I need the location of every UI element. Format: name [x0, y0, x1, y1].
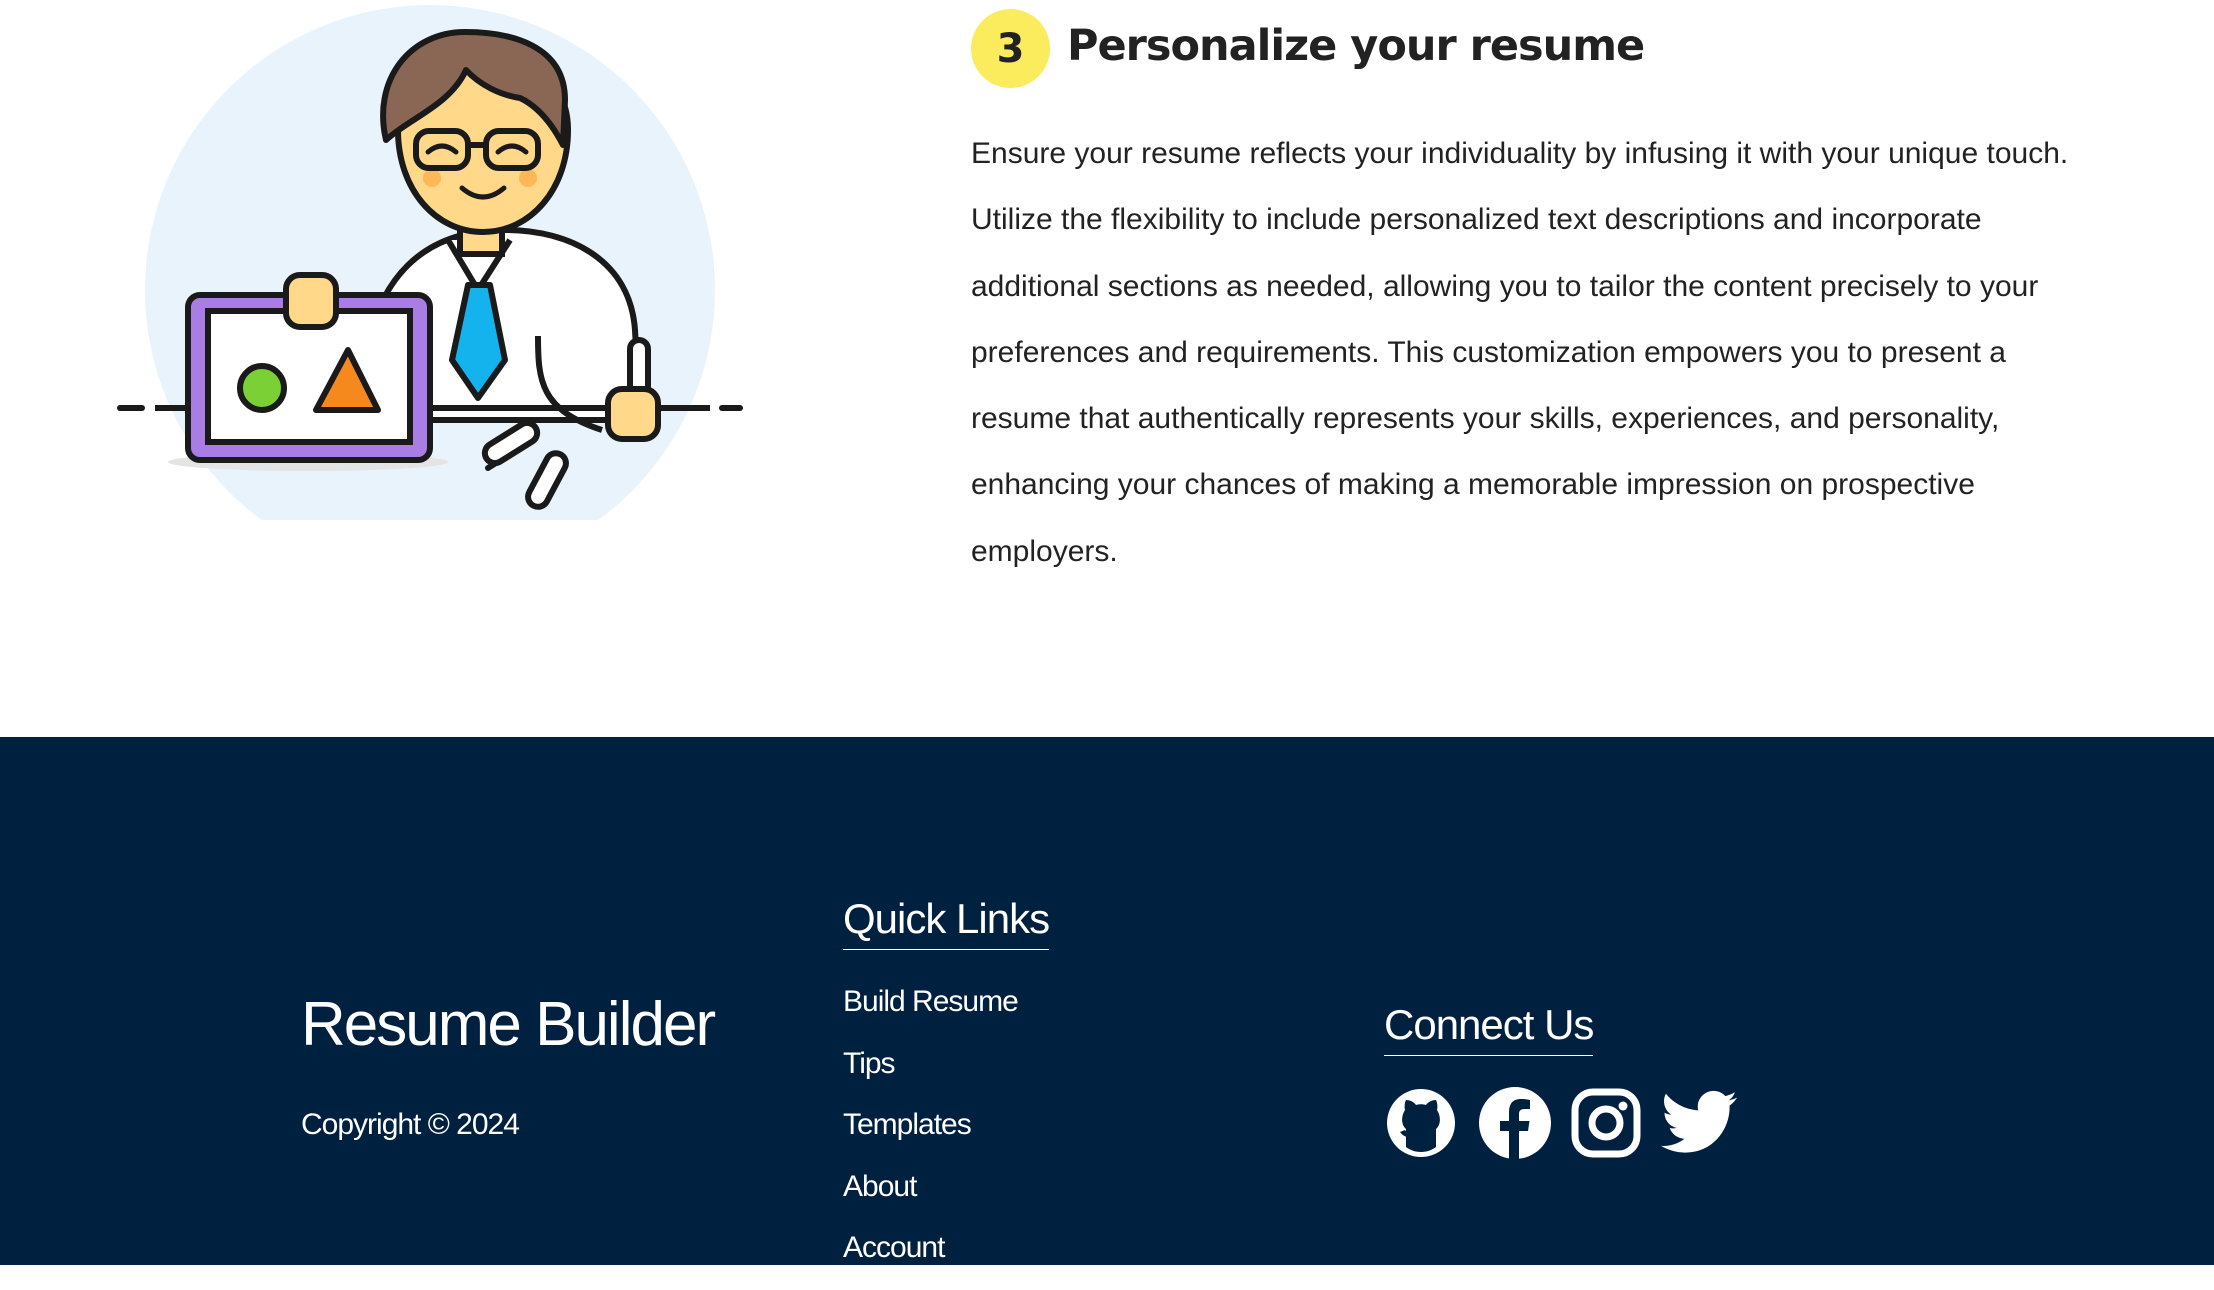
quick-links-list: Build Resume Tips Templates About Accoun…	[843, 982, 1019, 1290]
resume-personalize-illustration	[110, 0, 760, 520]
quick-link-about[interactable]: About	[843, 1167, 917, 1207]
connect-us-title: Connect Us	[1384, 1001, 1594, 1056]
footer-copyright: Copyright © 2024	[301, 1108, 520, 1141]
github-icon	[1387, 1089, 1455, 1157]
quick-link-templates[interactable]: Templates	[843, 1105, 972, 1145]
twitter-link[interactable]	[1660, 1085, 1741, 1163]
quick-links-item: Templates	[843, 1105, 1018, 1167]
github-link[interactable]	[1383, 1085, 1459, 1166]
instagram-icon	[1571, 1088, 1641, 1158]
twitter-icon	[1660, 1090, 1738, 1153]
footer-brand-name: Resume Builder	[301, 990, 716, 1059]
quick-links-item: About	[843, 1167, 1018, 1229]
quick-links-item: Account	[843, 1228, 1018, 1290]
step-number-badge: 3	[971, 9, 1050, 88]
quick-link-tips[interactable]: Tips	[843, 1044, 896, 1084]
quick-links-item: Tips	[843, 1044, 1018, 1106]
facebook-icon	[1479, 1087, 1551, 1161]
quick-link-account[interactable]: Account	[843, 1228, 945, 1268]
quick-links-item: Build Resume	[843, 982, 1019, 1044]
step-title: Personalize your resume	[1067, 21, 1645, 71]
feature-section: 3 Personalize your resume Ensure your re…	[0, 0, 2214, 737]
site-footer: Resume Builder Copyright © 2024 Quick Li…	[0, 737, 2214, 1265]
step-description: Ensure your resume reflects your individ…	[971, 137, 2069, 568]
quick-links-title: Quick Links	[843, 895, 1050, 950]
facebook-link[interactable]	[1477, 1085, 1553, 1166]
quick-link-build-resume[interactable]: Build Resume	[843, 982, 1019, 1022]
instagram-link[interactable]	[1571, 1085, 1641, 1163]
